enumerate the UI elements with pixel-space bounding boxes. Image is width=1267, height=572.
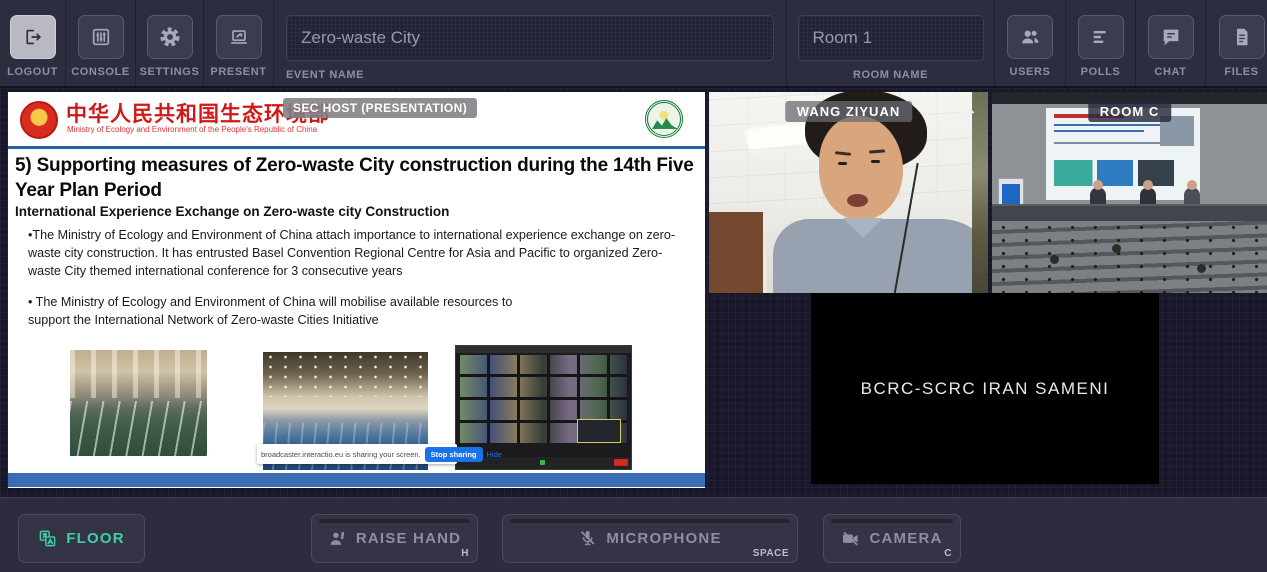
files-button[interactable] [1219,15,1265,59]
stop-sharing-button[interactable]: Stop sharing [425,447,483,462]
present-label: PRESENT [210,66,266,78]
microphone-shortcut: SPACE [753,548,789,559]
microphone-label: MICROPHONE [606,530,721,547]
logout-section: LOGOUT [0,0,66,86]
event-name-section: Zero-waste City EVENT NAME [274,0,787,86]
console-button[interactable] [78,15,124,59]
files-label: FILES [1224,66,1258,78]
photo-active-speaker-outline [577,419,621,443]
floor-language-button[interactable]: FLOOR [18,514,145,563]
users-section: USERS [995,0,1066,86]
event-name-value: Zero-waste City [301,28,420,48]
screen-share-notification: broadcaster.interactio.eu is sharing you… [257,444,457,464]
attendee-head [1050,255,1059,264]
settings-button[interactable] [147,15,193,59]
slide-subtitle: International Experience Exchange on Zer… [15,204,449,219]
china-national-emblem: ★ [20,101,58,139]
hide-notification-button[interactable]: Hide [487,450,502,459]
room-name-value: Room 1 [813,28,873,48]
room-name-input[interactable]: Room 1 [798,15,984,61]
console-label: CONSOLE [71,66,130,78]
settings-label: SETTINGS [140,66,200,78]
polls-button[interactable] [1078,15,1124,59]
room-name-label: ROOM NAME [853,69,928,81]
source-badge: SEC HOST (PRESENTATION) [283,98,477,118]
files-section: FILES [1206,0,1267,86]
presentation-viewport[interactable]: ★ 中华人民共和国生态环境部 Ministry of Ecology and E… [8,92,705,488]
slide-footer-bar [8,473,705,487]
chat-label: CHAT [1154,66,1186,78]
floor-label: FLOOR [66,530,125,547]
chat-button[interactable] [1148,15,1194,59]
microphone-muted-icon [578,529,597,548]
attendee-head [1197,264,1206,273]
present-button[interactable] [216,15,262,59]
control-bar: FLOOR RAISE HAND H MICROPHONE SPACE [0,497,1267,572]
photo-menubar [456,346,631,353]
camera-muted-icon [841,529,860,548]
logout-button[interactable] [10,15,56,59]
present-icon [228,26,250,48]
interpretation-app: LOGOUT CONSOLE SETTINGS [0,0,1267,572]
raise-hand-shortcut: H [461,548,469,559]
camera-button[interactable]: CAMERA C [823,514,961,563]
polls-icon [1090,26,1112,48]
video-tile-wang-ziyuan[interactable]: WANG ZIYUAN [709,92,988,293]
speaker-mouth [847,194,868,207]
logout-icon [22,26,44,48]
settings-section: SETTINGS [136,0,204,86]
chat-icon [1160,26,1182,48]
head-table [992,204,1267,221]
ministry-title-en: Ministry of Ecology and Environment of t… [67,125,317,134]
participant-name-badge: ROOM C [1088,101,1171,122]
polls-section: POLLS [1066,0,1136,86]
users-icon [1019,26,1041,48]
camera-shortcut: C [944,548,952,559]
raise-hand-button[interactable]: RAISE HAND H [311,514,478,563]
translation-icon [38,529,57,548]
microphone-button[interactable]: MICROPHONE SPACE [502,514,798,563]
present-section: PRESENT [204,0,274,86]
bullet-1: •The Ministry of Ecology and Environment… [28,227,678,281]
mee-logo [645,100,683,138]
stage: ★ 中华人民共和国生态环境部 Ministry of Ecology and E… [0,88,1267,497]
top-toolbar: LOGOUT CONSOLE SETTINGS [0,0,1267,88]
room-name-section: Room 1 ROOM NAME [787,0,995,86]
files-icon [1231,26,1253,48]
bullet-2: • The Ministry of Ecology and Environmen… [28,294,678,330]
slide-bullets: •The Ministry of Ecology and Environment… [28,227,678,342]
event-name-input[interactable]: Zero-waste City [286,15,774,61]
users-button[interactable] [1007,15,1053,59]
settings-icon [159,26,181,48]
door [709,208,767,293]
console-section: CONSOLE [66,0,136,86]
video-tile-room-c[interactable]: ROOM C [992,92,1267,293]
speaker-shirt [773,219,988,293]
users-label: USERS [1010,66,1051,78]
share-message: broadcaster.interactio.eu is sharing you… [261,450,421,459]
participant-name-badge: WANG ZIYUAN [785,101,912,122]
chat-section: CHAT [1136,0,1206,86]
slide-title: 5) Supporting measures of Zero-waste Cit… [15,153,699,203]
event-name-label: EVENT NAME [286,69,774,81]
audience-desk-rows [992,221,1267,293]
photo-conference-hall-green [70,350,207,456]
participant-name-text: BCRC-SCRC IRAN SAMENI [861,379,1110,399]
header-divider [8,146,705,149]
pin-icon[interactable] [956,105,976,125]
camera-label: CAMERA [869,530,942,547]
raise-hand-label: RAISE HAND [356,530,461,547]
logout-label: LOGOUT [7,66,58,78]
console-icon [90,26,112,48]
polls-label: POLLS [1081,66,1121,78]
raise-hand-icon [328,529,347,548]
video-tile-bcrc-scrc-iran-sameni[interactable]: BCRC-SCRC IRAN SAMENI [811,293,1159,484]
attendee-head [1112,244,1121,253]
